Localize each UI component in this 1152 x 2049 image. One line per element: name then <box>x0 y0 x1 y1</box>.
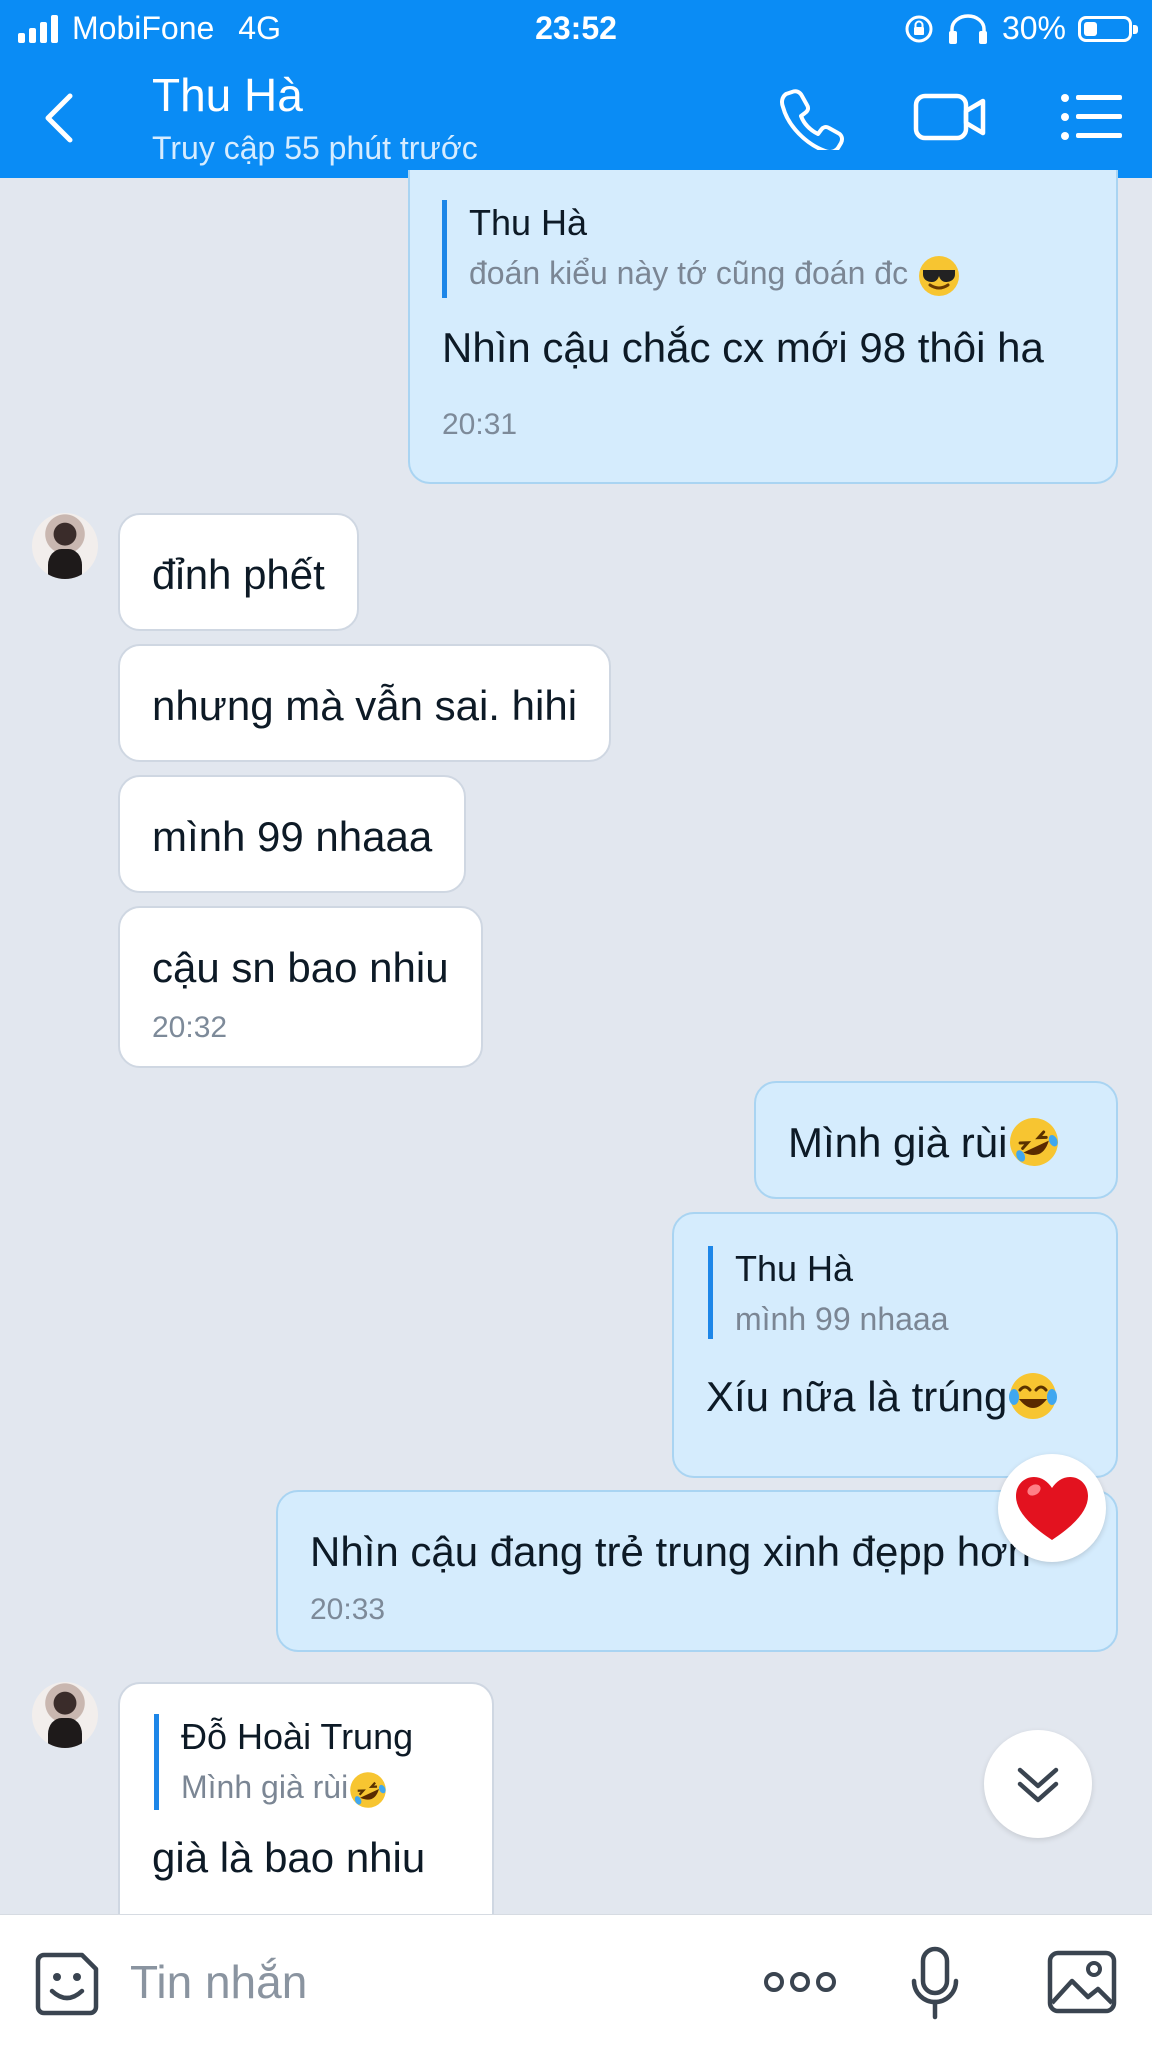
message-incoming[interactable]: đỉnh phết <box>118 513 359 631</box>
rolling-laughing-emoji-icon <box>1010 1117 1059 1166</box>
message-time: 20:32 <box>152 1010 228 1044</box>
quote-text: đoán kiểu này tớ cũng đoán đc <box>469 255 909 291</box>
message-composer: Tin nhắn <box>0 1914 1152 2049</box>
message-outgoing[interactable]: Thu Hà mình 99 nhaaa Xíu nữa là trúng <box>672 1212 1118 1478</box>
quote-text: mình 99 nhaaa <box>735 1301 949 1337</box>
quote-author: Đỗ Hoài Trung <box>181 1716 414 1757</box>
contact-name[interactable]: Thu Hà <box>152 68 303 122</box>
message-outgoing[interactable]: Mình già rùi <box>754 1081 1118 1199</box>
video-call-icon[interactable] <box>912 84 988 150</box>
image-icon[interactable] <box>1046 1949 1118 2015</box>
quote-text-row: đoán kiểu này tớ cũng đoán đc <box>469 253 1086 298</box>
avatar[interactable] <box>32 1682 98 1748</box>
message-time: 20:33 <box>310 1592 386 1626</box>
message-text: cậu sn bao nhiu <box>152 944 449 991</box>
message-text: Xíu nữa là trúng <box>706 1373 1008 1420</box>
avatar[interactable] <box>32 513 98 579</box>
battery-icon <box>1078 15 1138 42</box>
sticker-icon[interactable] <box>32 1949 102 2019</box>
message-incoming[interactable]: cậu sn bao nhiu 20:32 <box>118 906 483 1068</box>
quoted-message[interactable]: Thu Hà mình 99 nhaaa <box>708 1246 1086 1339</box>
message-incoming[interactable]: mình 99 nhaaa <box>118 775 467 893</box>
more-dots-icon[interactable] <box>762 1967 838 1997</box>
quote-text: Mình già rùi <box>181 1769 349 1805</box>
microphone-icon[interactable] <box>908 1945 962 2023</box>
sunglasses-emoji-icon <box>918 255 959 296</box>
message-incoming[interactable]: nhưng mà vẫn sai. hihi <box>118 644 612 762</box>
rolling-laughing-emoji-icon <box>350 1771 386 1808</box>
message-outgoing[interactable]: Nhìn cậu đang trẻ trung xinh đẹpp hơn 20… <box>276 1490 1118 1652</box>
scroll-to-bottom-button[interactable] <box>984 1730 1092 1838</box>
message-text: Mình già rùi <box>788 1119 1008 1166</box>
top-bar: MobiFone 4G 23:52 30% Thu Hà Truy cập 55… <box>0 0 1152 178</box>
message-text: Nhìn cậu chắc cx mới 98 thôi ha <box>442 323 1044 371</box>
message-text: già là bao nhiu <box>152 1833 426 1881</box>
message-time: 20:31 <box>442 408 518 442</box>
message-text: đỉnh phết <box>152 551 325 598</box>
heart-icon <box>1016 1477 1088 1540</box>
headphones-icon <box>948 13 987 44</box>
last-seen: Truy cập 55 phút trước <box>152 130 478 166</box>
quote-text-row: Mình già rùi <box>181 1767 468 1810</box>
quoted-message[interactable]: Đỗ Hoài Trung Mình già rùi <box>154 1714 468 1810</box>
quote-author: Thu Hà <box>735 1248 854 1289</box>
double-chevron-down-icon <box>1017 1767 1059 1803</box>
back-chevron-icon[interactable] <box>36 88 80 148</box>
message-incoming[interactable]: Đỗ Hoài Trung Mình già rùi già là bao nh… <box>118 1682 494 1922</box>
tears-of-joy-emoji-icon <box>1009 1372 1058 1419</box>
message-outgoing[interactable]: Thu Hà đoán kiểu này tớ cũng đoán đc Nhì… <box>408 170 1118 484</box>
message-text: mình 99 nhaaa <box>152 813 433 860</box>
quote-author: Thu Hà <box>469 202 588 243</box>
battery-percent: 30% <box>1001 10 1066 46</box>
message-text: nhưng mà vẫn sai. hihi <box>152 682 578 729</box>
phone-icon[interactable] <box>778 84 848 150</box>
menu-list-icon[interactable] <box>1058 84 1128 150</box>
message-input[interactable]: Tin nhắn <box>130 1955 307 2009</box>
quoted-message[interactable]: Thu Hà đoán kiểu này tớ cũng đoán đc <box>442 200 1086 298</box>
message-text-row: Xíu nữa là trúng <box>706 1371 1086 1424</box>
message-text: Nhìn cậu đang trẻ trung xinh đẹpp hơn <box>310 1528 1032 1575</box>
status-bar: MobiFone 4G 23:52 30% <box>0 0 1152 58</box>
reaction-button[interactable] <box>998 1454 1106 1562</box>
orientation-lock-icon <box>905 15 933 42</box>
